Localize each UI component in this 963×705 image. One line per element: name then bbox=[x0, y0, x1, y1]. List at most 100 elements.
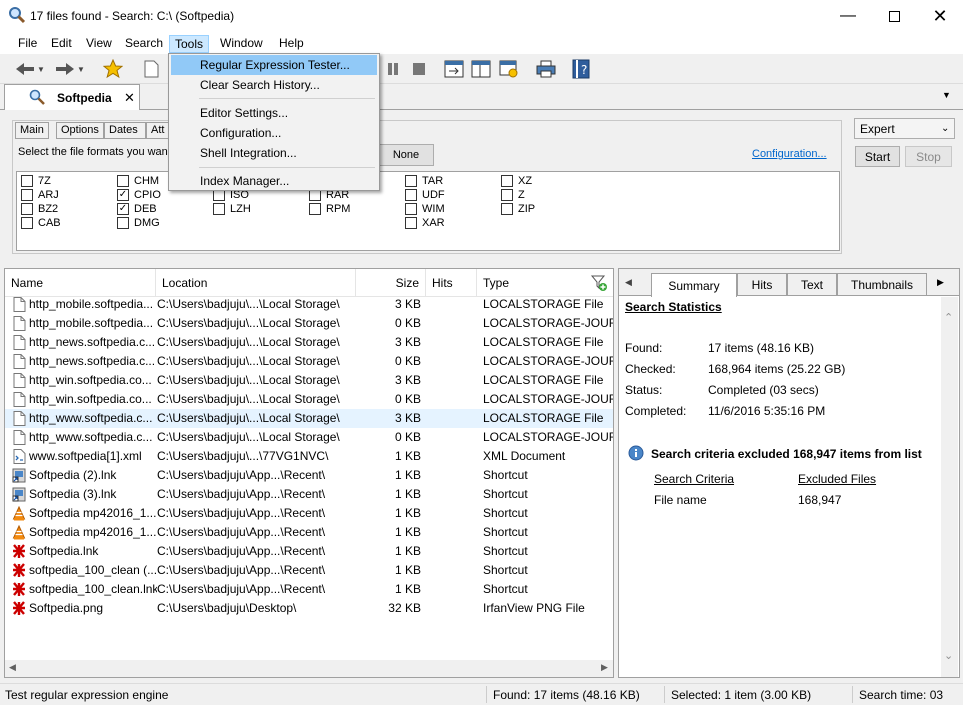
format-option[interactable]: CHM bbox=[117, 175, 159, 187]
format-checkbox[interactable] bbox=[501, 203, 513, 215]
format-checkbox[interactable]: ✓ bbox=[117, 203, 129, 215]
scroll-down-icon[interactable]: ⌄ bbox=[944, 649, 953, 662]
maximize-button[interactable] bbox=[871, 0, 917, 32]
scroll-left-icon[interactable]: ◀ bbox=[9, 662, 16, 673]
table-row[interactable]: http_news.softpedia.c... C:\Users\badjuju… bbox=[5, 333, 613, 352]
table-row[interactable]: http_www.softpedia.c... C:\Users\badjuju\… bbox=[5, 428, 613, 447]
format-option[interactable]: Z bbox=[501, 189, 525, 201]
none-button[interactable]: None bbox=[378, 144, 434, 166]
start-button[interactable]: Start bbox=[855, 146, 900, 167]
format-option[interactable]: UDF bbox=[405, 189, 445, 201]
tab-list-dropdown-icon[interactable]: ▼ bbox=[942, 90, 951, 100]
format-option[interactable]: BZ2 bbox=[21, 203, 58, 215]
table-row[interactable]: http_win.softpedia.co... C:\Users\badjuju… bbox=[5, 390, 613, 409]
tab-thumbnails[interactable]: Thumbnails bbox=[837, 273, 927, 295]
scroll-right-icon[interactable]: ▶ bbox=[601, 662, 608, 673]
table-row[interactable]: http_win.softpedia.co... C:\Users\badjuju… bbox=[5, 371, 613, 390]
format-checkbox[interactable] bbox=[21, 217, 33, 229]
column-size[interactable]: Size bbox=[356, 269, 426, 297]
pause-button[interactable] bbox=[382, 58, 404, 80]
format-option[interactable]: CAB bbox=[21, 217, 61, 229]
table-row[interactable]: Softpedia mp42016_1... C:\Users\badjuju\A… bbox=[5, 504, 613, 523]
format-checkbox[interactable] bbox=[501, 189, 513, 201]
format-checkbox[interactable] bbox=[405, 203, 417, 215]
configuration-link[interactable]: Configuration... bbox=[752, 148, 827, 160]
table-row[interactable]: Softpedia (3).lnk C:\Users\badjuju\App...… bbox=[5, 485, 613, 504]
forward-button[interactable] bbox=[54, 58, 76, 80]
table-row[interactable]: softpedia_100_clean.lnk C:\Users\badjuju\… bbox=[5, 580, 613, 599]
format-option[interactable]: ARJ bbox=[21, 189, 59, 201]
menu-view[interactable]: View bbox=[81, 35, 117, 53]
menu-item-clear-history[interactable]: Clear Search History... bbox=[171, 75, 377, 95]
menu-item-shell-integration[interactable]: Shell Integration... bbox=[171, 143, 377, 163]
column-name[interactable]: Name bbox=[5, 269, 156, 297]
table-row[interactable]: Softpedia.lnk C:\Users\badjuju\App...\Rec… bbox=[5, 542, 613, 561]
layout-button[interactable] bbox=[470, 58, 492, 80]
format-checkbox[interactable] bbox=[501, 175, 513, 187]
table-row[interactable]: www.softpedia[1].xml C:\Users\badjuju\...… bbox=[5, 447, 613, 466]
format-option[interactable]: ✓ DEB bbox=[117, 203, 157, 215]
tab-dates[interactable]: Dates bbox=[104, 122, 146, 139]
format-option[interactable]: XZ bbox=[501, 175, 532, 187]
minimize-button[interactable]: — bbox=[825, 0, 871, 32]
filter-add-icon[interactable] bbox=[590, 274, 608, 292]
format-checkbox[interactable] bbox=[117, 217, 129, 229]
close-window-button[interactable]: ✕ bbox=[917, 0, 963, 32]
table-row[interactable]: http_mobile.softpedia... C:\Users\badjuju… bbox=[5, 314, 613, 333]
tab-text[interactable]: Text bbox=[787, 273, 837, 295]
format-option[interactable]: 7Z bbox=[21, 175, 51, 187]
mode-select[interactable]: Expert ⌄ bbox=[854, 118, 955, 139]
tab-hits[interactable]: Hits bbox=[737, 273, 787, 295]
export-button[interactable] bbox=[443, 58, 465, 80]
tab-attributes[interactable]: Att bbox=[146, 122, 170, 139]
table-row[interactable]: http_news.softpedia.c... C:\Users\badjuju… bbox=[5, 352, 613, 371]
menu-item-editor-settings[interactable]: Editor Settings... bbox=[171, 103, 377, 123]
menu-edit[interactable]: Edit bbox=[46, 35, 77, 53]
favorites-button[interactable] bbox=[102, 58, 124, 80]
format-option[interactable]: WIM bbox=[405, 203, 445, 215]
format-option[interactable]: XAR bbox=[405, 217, 445, 229]
tab-summary[interactable]: Summary bbox=[651, 273, 737, 297]
back-dropdown-icon[interactable]: ▼ bbox=[36, 58, 46, 80]
menu-item-index-manager[interactable]: Index Manager... bbox=[171, 171, 377, 191]
tab-close-icon[interactable]: ✕ bbox=[124, 90, 135, 106]
menu-window[interactable]: Window bbox=[215, 35, 268, 53]
scroll-up-icon[interactable]: ⌃ bbox=[944, 311, 953, 324]
tab-scroll-right-icon[interactable]: ▶ bbox=[937, 277, 944, 288]
menu-tools[interactable]: Tools bbox=[169, 35, 210, 53]
table-row[interactable]: softpedia_100_clean (... C:\Users\badjuju… bbox=[5, 561, 613, 580]
format-option[interactable]: LZH bbox=[213, 203, 251, 215]
menu-help[interactable]: Help bbox=[274, 35, 309, 53]
back-button[interactable] bbox=[14, 58, 36, 80]
tab-main[interactable]: Main bbox=[15, 122, 49, 139]
menu-file[interactable]: File bbox=[13, 35, 42, 53]
format-checkbox[interactable] bbox=[405, 175, 417, 187]
menu-item-regex-tester[interactable]: Regular Expression Tester... bbox=[171, 55, 377, 75]
table-row[interactable]: http_www.softpedia.c... C:\Users\badjuju\… bbox=[5, 409, 613, 428]
format-checkbox[interactable] bbox=[309, 203, 321, 215]
tab-options[interactable]: Options bbox=[56, 122, 104, 139]
format-checkbox[interactable] bbox=[117, 175, 129, 187]
format-checkbox[interactable] bbox=[21, 175, 33, 187]
format-checkbox[interactable] bbox=[405, 217, 417, 229]
format-checkbox[interactable] bbox=[213, 203, 225, 215]
menu-item-configuration[interactable]: Configuration... bbox=[171, 123, 377, 143]
format-checkbox[interactable] bbox=[21, 189, 33, 201]
column-hits[interactable]: Hits bbox=[426, 269, 477, 297]
table-row[interactable]: Softpedia (2).lnk C:\Users\badjuju\App...… bbox=[5, 466, 613, 485]
properties-button[interactable] bbox=[498, 58, 520, 80]
stop-toolbar-button[interactable] bbox=[408, 58, 430, 80]
tab-softpedia[interactable]: Softpedia ✕ bbox=[4, 84, 140, 111]
format-option[interactable]: RPM bbox=[309, 203, 350, 215]
format-checkbox[interactable] bbox=[405, 189, 417, 201]
tab-scroll-left-icon[interactable]: ◀ bbox=[625, 277, 632, 288]
table-row[interactable]: Softpedia mp42016_1... C:\Users\badjuju\A… bbox=[5, 523, 613, 542]
stop-button[interactable]: Stop bbox=[905, 146, 952, 167]
format-option[interactable]: TAR bbox=[405, 175, 443, 187]
help-button[interactable]: ? bbox=[570, 58, 592, 80]
print-button[interactable] bbox=[535, 58, 557, 80]
side-vertical-scrollbar[interactable]: ⌃ ⌄ bbox=[941, 297, 958, 677]
menu-search[interactable]: Search bbox=[120, 35, 168, 53]
forward-dropdown-icon[interactable]: ▼ bbox=[76, 58, 86, 80]
horizontal-scrollbar[interactable]: ◀ ▶ bbox=[5, 660, 613, 677]
